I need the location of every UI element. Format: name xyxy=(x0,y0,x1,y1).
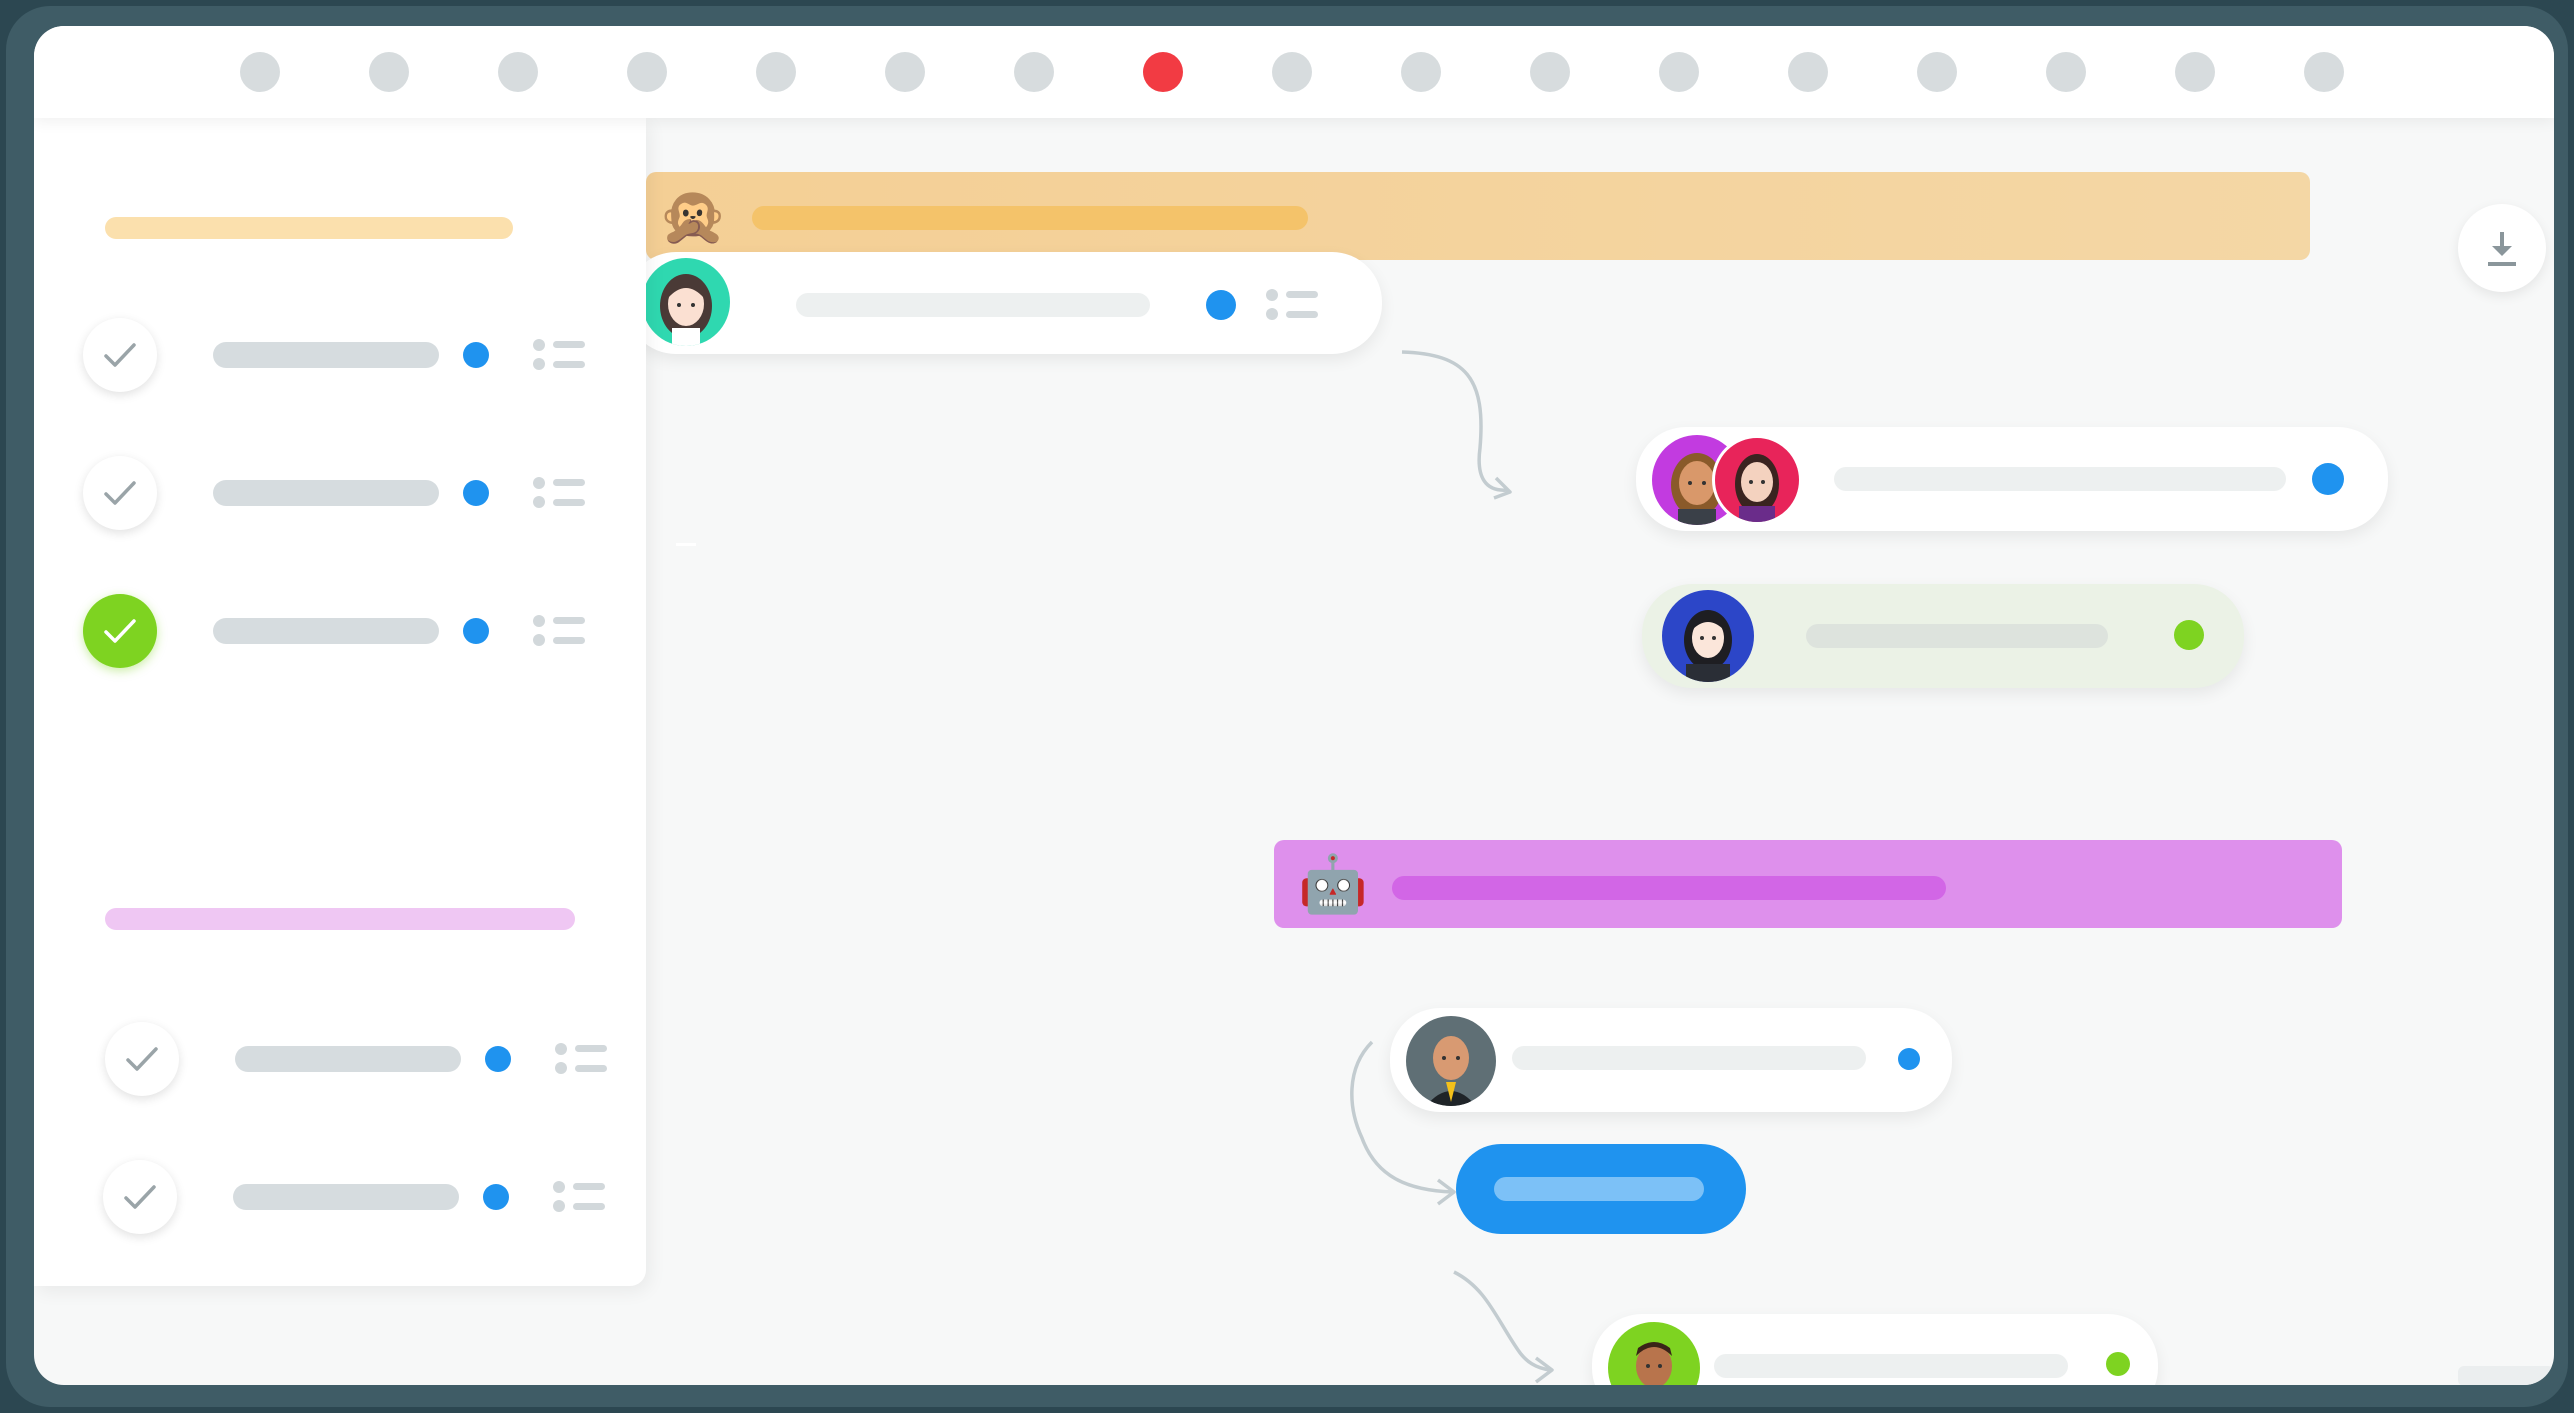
list-icon[interactable] xyxy=(1266,288,1320,322)
conversation-flow: 🙊 🤖 xyxy=(626,118,2554,1385)
group-banner-robot[interactable]: 🤖 xyxy=(1274,840,2342,928)
task-label xyxy=(233,1184,459,1210)
message-node[interactable] xyxy=(1592,1314,2158,1385)
status-dot xyxy=(2312,463,2344,495)
download-icon xyxy=(2488,232,2516,266)
timeline-step-4[interactable] xyxy=(627,52,667,92)
app-screen: 🙊 🤖 xyxy=(34,26,2554,1385)
timeline-bar xyxy=(34,26,2554,118)
woman-avatar-2 xyxy=(1712,435,1802,525)
group-title xyxy=(1392,876,1946,900)
task-row[interactable] xyxy=(103,1160,623,1240)
message-text xyxy=(1806,624,2108,648)
list-icon[interactable] xyxy=(553,1180,607,1214)
message-node[interactable] xyxy=(626,252,1382,354)
task-label xyxy=(213,480,439,506)
reply-button[interactable] xyxy=(1456,1144,1746,1234)
message-node-highlighted[interactable] xyxy=(1642,584,2244,688)
check-icon xyxy=(124,1185,156,1209)
list-icon[interactable] xyxy=(533,614,587,648)
timeline-step-7[interactable] xyxy=(1014,52,1054,92)
timeline-step-10[interactable] xyxy=(1401,52,1441,92)
group-banner-monkey[interactable]: 🙊 xyxy=(646,172,2310,260)
timeline-step-13[interactable] xyxy=(1788,52,1828,92)
woman-avatar xyxy=(642,258,730,346)
timeline-step-12[interactable] xyxy=(1659,52,1699,92)
timeline-step-17[interactable] xyxy=(2304,52,2344,92)
man-green-avatar xyxy=(1608,1322,1700,1385)
divider xyxy=(676,543,696,546)
task-row[interactable] xyxy=(83,456,603,536)
bald-man-avatar xyxy=(1406,1016,1496,1106)
message-text xyxy=(1834,467,2286,491)
reply-label xyxy=(1494,1177,1704,1201)
timeline-step-9[interactable] xyxy=(1272,52,1312,92)
status-dot xyxy=(1898,1048,1920,1070)
status-dot-green xyxy=(2174,620,2204,650)
status-dot xyxy=(1206,290,1236,320)
check-icon xyxy=(104,619,136,643)
message-node[interactable] xyxy=(1390,1008,1952,1112)
status-dot xyxy=(463,342,489,368)
task-row[interactable] xyxy=(83,594,603,674)
woman-dark-hair-avatar xyxy=(1662,590,1754,682)
timeline-step-16[interactable] xyxy=(2175,52,2215,92)
timeline-step-14[interactable] xyxy=(1917,52,1957,92)
status-dot xyxy=(485,1046,511,1072)
task-label xyxy=(213,618,439,644)
check-icon xyxy=(126,1047,158,1071)
app-window: 🙊 🤖 xyxy=(6,6,2568,1407)
status-dot-green xyxy=(2106,1352,2130,1376)
see-no-evil-monkey-icon: 🙊 xyxy=(658,184,728,247)
message-text xyxy=(796,293,1150,317)
timeline-step-5[interactable] xyxy=(756,52,796,92)
timeline-step-2[interactable] xyxy=(369,52,409,92)
task-checkbox[interactable] xyxy=(83,456,157,530)
task-checkbox[interactable] xyxy=(105,1022,179,1096)
timeline-step-11[interactable] xyxy=(1530,52,1570,92)
timeline-step-6[interactable] xyxy=(885,52,925,92)
task-sidebar xyxy=(34,118,646,1286)
timeline-step-1[interactable] xyxy=(240,52,280,92)
task-row[interactable] xyxy=(105,1022,625,1102)
timeline-step-15[interactable] xyxy=(2046,52,2086,92)
section-title-2 xyxy=(105,908,575,930)
section-title-1 xyxy=(105,217,513,239)
task-row[interactable] xyxy=(83,318,603,398)
check-icon xyxy=(104,343,136,367)
task-checkbox[interactable] xyxy=(103,1160,177,1234)
message-node[interactable] xyxy=(1636,427,2388,531)
timeline-step-3[interactable] xyxy=(498,52,538,92)
message-text xyxy=(1714,1354,2068,1378)
task-checkbox[interactable] xyxy=(83,318,157,392)
list-icon[interactable] xyxy=(533,338,587,372)
status-dot xyxy=(463,480,489,506)
status-dot xyxy=(463,618,489,644)
timeline-step-8-active[interactable] xyxy=(1143,52,1183,92)
message-text xyxy=(1512,1046,1866,1070)
download-button[interactable] xyxy=(2458,204,2546,292)
group-title xyxy=(752,206,1308,230)
task-label xyxy=(213,342,439,368)
status-dot xyxy=(483,1184,509,1210)
task-checkbox-completed[interactable] xyxy=(83,594,157,668)
robot-icon: 🤖 xyxy=(1298,852,1368,915)
list-icon[interactable] xyxy=(533,476,587,510)
check-icon xyxy=(104,481,136,505)
list-icon[interactable] xyxy=(555,1042,609,1076)
task-label xyxy=(235,1046,461,1072)
scroll-indicator[interactable] xyxy=(2458,1366,2554,1385)
